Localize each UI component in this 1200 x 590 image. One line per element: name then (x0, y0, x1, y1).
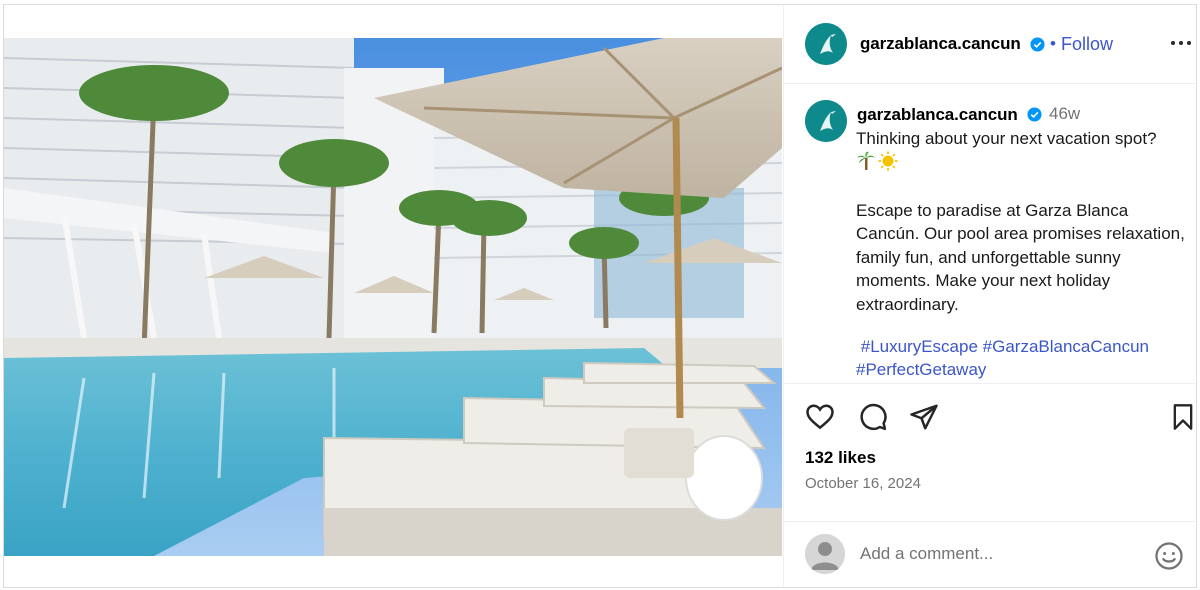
caption-avatar[interactable] (805, 100, 847, 142)
post-age[interactable]: 46w (1049, 104, 1080, 124)
more-options-icon[interactable] (1169, 33, 1193, 53)
heron-logo-icon (805, 23, 847, 65)
caption-text: Thinking about your next vacation spot? (856, 127, 1191, 316)
post-sidebar: garzablanca.cancun • Follow garzablanca.… (783, 5, 1198, 587)
comment-button[interactable] (857, 402, 889, 434)
follow-button[interactable]: Follow (1061, 34, 1113, 55)
hashtag-list: #LuxuryEscape #GarzaBlancaCancun #Perfec… (856, 335, 1191, 381)
action-bar (784, 402, 1198, 438)
caption-gap (856, 175, 1191, 199)
sun-icon (878, 151, 898, 170)
share-button[interactable] (908, 402, 940, 434)
verified-badge-icon (1027, 107, 1042, 122)
heron-logo-icon (805, 100, 847, 142)
user-avatar (805, 534, 845, 574)
hashtag-garzablancacancun[interactable]: #GarzaBlancaCancun (983, 337, 1149, 356)
heart-icon (806, 404, 834, 430)
post-date: October 16, 2024 (805, 475, 921, 492)
hashtag-luxuryescape[interactable]: #LuxuryEscape (861, 337, 978, 356)
emoji-button[interactable] (1154, 541, 1184, 571)
account-username[interactable]: garzablanca.cancun (860, 34, 1021, 54)
like-count[interactable]: 132 likes (805, 448, 876, 468)
post-header: garzablanca.cancun • Follow (784, 5, 1198, 84)
emoji-icon (1155, 542, 1183, 570)
caption-section: garzablanca.cancun 46w Thinking about yo… (784, 85, 1198, 384)
like-button[interactable] (804, 402, 836, 434)
palm-tree-icon (857, 151, 875, 170)
caption-username[interactable]: garzablanca.cancun (857, 105, 1018, 125)
comment-input[interactable] (860, 541, 1140, 567)
hashtag-perfectgetaway[interactable]: #PerfectGetaway (856, 360, 986, 379)
separator-dot: • (1050, 34, 1056, 53)
comment-icon (860, 403, 887, 431)
post-media[interactable] (4, 5, 782, 587)
caption-emojis (856, 151, 1191, 176)
save-button[interactable] (1167, 402, 1199, 434)
comment-bar (784, 521, 1198, 587)
account-avatar[interactable] (805, 23, 847, 65)
default-avatar-icon (805, 534, 845, 574)
verified-badge-icon (1030, 37, 1045, 52)
caption-body: Escape to paradise at Garza Blanca Cancú… (856, 200, 1185, 314)
resort-pool-photo (4, 38, 782, 556)
caption-line1: Thinking about your next vacation spot? (856, 129, 1157, 148)
share-icon (910, 404, 938, 430)
bookmark-icon (1173, 404, 1193, 430)
instagram-post: garzablanca.cancun • Follow garzablanca.… (3, 4, 1198, 588)
